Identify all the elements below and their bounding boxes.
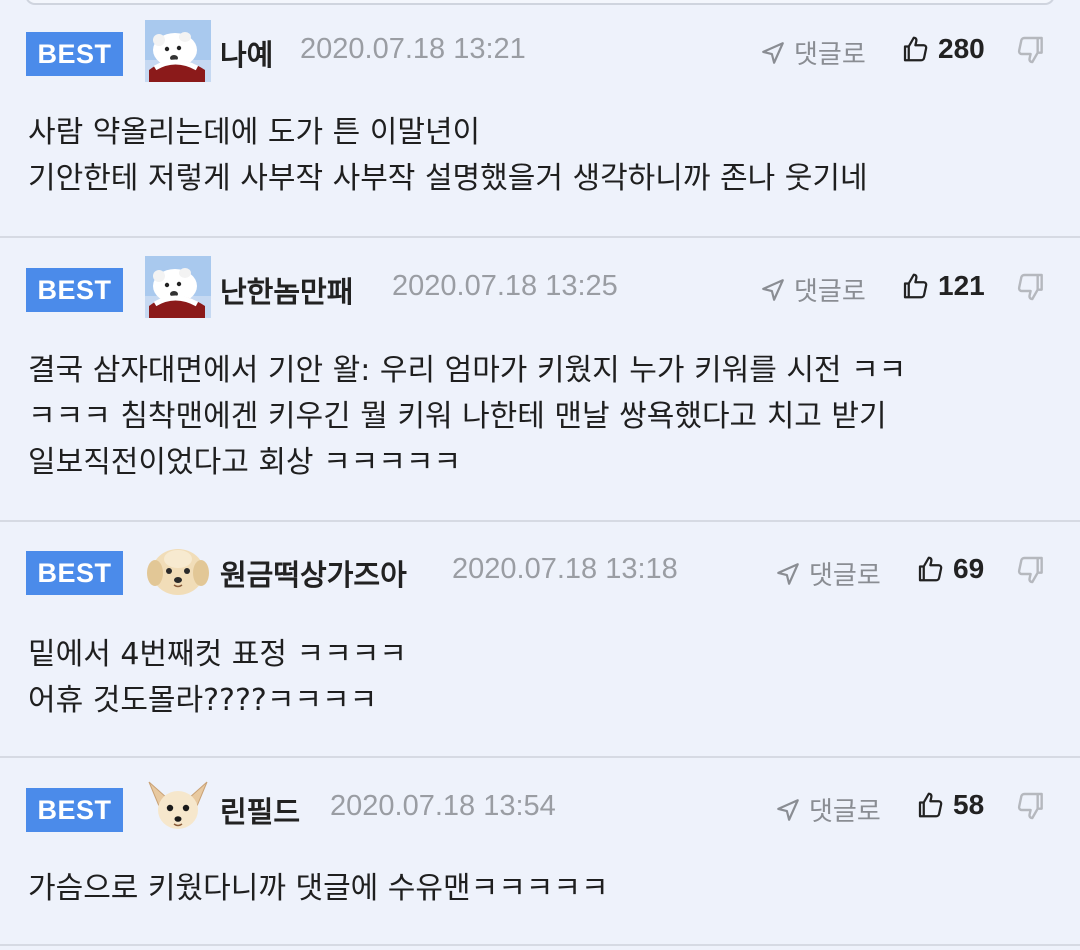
nickname[interactable]: 나예 (220, 32, 273, 74)
comment-line: 어휴 것도몰라????ㅋㅋㅋㅋ (28, 683, 378, 718)
comment-body: 결국 삼자대면에서 기안 왈: 우리 엄마가 키웠지 누가 키워를 시전 ㅋㅋ … (28, 348, 1068, 486)
comment-date: 2020.07.18 13:25 (392, 270, 618, 302)
thumbs-up-icon (918, 556, 943, 582)
reply-arrow-icon (762, 41, 784, 64)
reply-button[interactable]: 댓글로 (760, 34, 866, 71)
comment-header: BEST 린필드 2020.07.18 13:54 댓글로 58 (0, 758, 1080, 832)
comment-date: 2020.07.18 13:18 (452, 553, 678, 585)
like-button[interactable]: 280 (900, 33, 985, 65)
thumbs-up-icon (918, 792, 943, 818)
reply-arrow-icon (762, 278, 784, 301)
nickname[interactable]: 린필드 (220, 789, 300, 831)
best-badge: BEST (26, 788, 123, 832)
dislike-button[interactable] (1015, 271, 1047, 303)
polar-bear-avatar[interactable] (145, 20, 211, 82)
comment-header: BEST 나예 2020.07.18 13:21 댓글로 280 (0, 0, 1080, 82)
comment-body: 가슴으로 키웠다니까 댓글에 수유맨ㅋㅋㅋㅋㅋ (28, 866, 1068, 912)
comment-list: BEST 나예 2020.07.18 13:21 댓글로 280 사람 약올리는… (0, 0, 1080, 950)
like-button[interactable]: 69 (915, 553, 984, 585)
comment-item: BEST 난한놈만패 2020.07.18 13:25 댓글로 121 결국 삼… (0, 238, 1080, 522)
polar-bear-avatar[interactable] (145, 256, 211, 318)
reply-label: 댓글로 (809, 797, 881, 827)
comment-line: ㅋㅋㅋ 침착맨에겐 키우긴 뭘 키워 나한테 맨날 쌍욕했다고 치고 받기 (28, 399, 887, 434)
like-count: 58 (953, 789, 985, 820)
best-badge: BEST (26, 32, 123, 76)
comment-body: 밑에서 4번째컷 표정 ㅋㅋㅋㅋ 어휴 것도몰라????ㅋㅋㅋㅋ (28, 632, 1068, 724)
comment-date: 2020.07.18 13:54 (330, 790, 556, 822)
puppy-avatar[interactable] (145, 539, 211, 601)
like-button[interactable]: 58 (915, 789, 984, 821)
comment-header: BEST 원금떡상가즈아 2020.07.18 13:18 댓글로 69 (0, 522, 1080, 595)
comment-line: 일보직전이었다고 회상 ㅋㅋㅋㅋㅋ (28, 445, 462, 480)
like-count: 69 (953, 553, 985, 584)
reply-button[interactable]: 댓글로 (760, 271, 866, 308)
reply-button[interactable]: 댓글로 (775, 791, 881, 828)
like-button[interactable]: 121 (900, 270, 985, 302)
thumbs-down-icon (1017, 273, 1043, 301)
nickname[interactable]: 난한놈만패 (220, 269, 353, 311)
thumbs-down-icon (1017, 36, 1043, 64)
like-count: 280 (938, 33, 985, 64)
comment-body: 사람 약올리는데에 도가 튼 이말년이 기안한테 저렇게 사부작 사부작 설명했… (28, 110, 1068, 202)
dislike-button[interactable] (1015, 790, 1047, 822)
comment-item: BEST 나예 2020.07.18 13:21 댓글로 280 사람 약올리는… (0, 0, 1080, 238)
comment-line: 가슴으로 키웠다니까 댓글에 수유맨ㅋㅋㅋㅋㅋ (28, 871, 609, 906)
chihuahua-avatar[interactable] (145, 776, 211, 838)
comment-line: 밑에서 4번째컷 표정 ㅋㅋㅋㅋ (28, 637, 407, 672)
comment-line: 결국 삼자대면에서 기안 왈: 우리 엄마가 키웠지 누가 키워를 시전 ㅋㅋ (28, 353, 907, 388)
reply-label: 댓글로 (794, 40, 866, 70)
reply-arrow-icon (777, 798, 799, 821)
dislike-button[interactable] (1015, 34, 1047, 66)
best-badge: BEST (26, 551, 123, 595)
reply-button[interactable]: 댓글로 (775, 555, 881, 592)
best-badge: BEST (26, 268, 123, 312)
comment-date: 2020.07.18 13:21 (300, 33, 526, 65)
dislike-button[interactable] (1015, 554, 1047, 586)
reply-arrow-icon (777, 562, 799, 585)
comment-item: BEST 린필드 2020.07.18 13:54 댓글로 58 가슴으로 키웠… (0, 758, 1080, 946)
like-count: 121 (938, 270, 985, 301)
thumbs-up-icon (903, 36, 928, 62)
reply-label: 댓글로 (809, 561, 881, 591)
thumbs-up-icon (903, 273, 928, 299)
comment-line: 사람 약올리는데에 도가 튼 이말년이 (28, 115, 481, 150)
reply-label: 댓글로 (794, 277, 866, 307)
comment-item: BEST 원금떡상가즈아 2020.07.18 13:18 댓글로 69 밑에서… (0, 522, 1080, 758)
thumbs-down-icon (1017, 556, 1043, 584)
thumbs-down-icon (1017, 792, 1043, 820)
comment-header: BEST 난한놈만패 2020.07.18 13:25 댓글로 121 (0, 238, 1080, 318)
nickname[interactable]: 원금떡상가즈아 (220, 552, 407, 594)
comment-line: 기안한테 저렇게 사부작 사부작 설명했을거 생각하니까 존나 웃기네 (28, 161, 868, 196)
